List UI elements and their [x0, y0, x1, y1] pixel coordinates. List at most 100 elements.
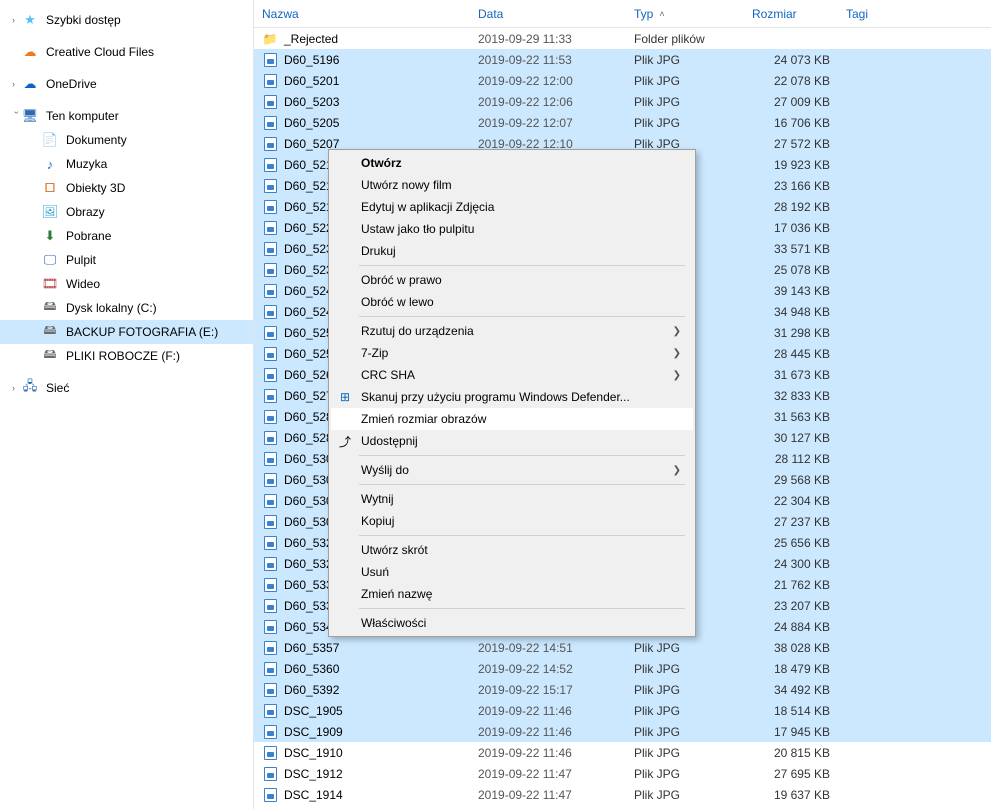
film-icon: 🎞	[42, 276, 58, 292]
file-size: 30 127 KB	[744, 431, 838, 445]
col-type[interactable]: Typ˄	[626, 0, 744, 27]
file-size: 24 073 KB	[744, 53, 838, 67]
ctx-crc-sha[interactable]: CRC SHA❯	[331, 364, 693, 386]
tree-label: Dysk lokalny (C:)	[66, 301, 157, 315]
file-type: Plik JPG	[626, 641, 744, 655]
column-headers: Nazwa Data Typ˄ Rozmiar Tagi	[254, 0, 991, 28]
file-row[interactable]: D60_52032019-09-22 12:06Plik JPG27 009 K…	[254, 91, 991, 112]
ctx-set-wallpaper[interactable]: Ustaw jako tło pulpitu	[331, 218, 693, 240]
image-file-icon	[262, 115, 278, 131]
share-icon: ⤴	[337, 433, 353, 449]
file-type: Plik JPG	[626, 53, 744, 67]
tree-video[interactable]: 🎞 Wideo	[0, 272, 253, 296]
col-date[interactable]: Data	[470, 0, 626, 27]
tree-creative-cloud[interactable]: ☁ Creative Cloud Files	[0, 40, 253, 64]
ctx-defender[interactable]: ⊞Skanuj przy użyciu programu Windows Def…	[331, 386, 693, 408]
image-file-icon	[262, 241, 278, 257]
tree-network[interactable]: › 🖧 Sieć	[0, 376, 253, 400]
chevron-down-icon: ›	[12, 111, 22, 121]
ctx-edit-photos[interactable]: Edytuj w aplikacji Zdjęcia	[331, 196, 693, 218]
col-name[interactable]: Nazwa	[254, 0, 470, 27]
file-row[interactable]: DSC_19092019-09-22 11:46Plik JPG17 945 K…	[254, 721, 991, 742]
ctx-properties[interactable]: Właściwości	[331, 612, 693, 634]
ctx-7zip[interactable]: 7-Zip❯	[331, 342, 693, 364]
file-size: 27 237 KB	[744, 515, 838, 529]
col-tags[interactable]: Tagi	[838, 0, 991, 27]
file-row[interactable]: DSC_19122019-09-22 11:47Plik JPG27 695 K…	[254, 763, 991, 784]
ctx-open[interactable]: Otwórz	[331, 152, 693, 174]
file-type: Plik JPG	[626, 74, 744, 88]
tree-music[interactable]: ♪ Muzyka	[0, 152, 253, 176]
tree-onedrive[interactable]: › ☁ OneDrive	[0, 72, 253, 96]
file-row[interactable]: D60_52012019-09-22 12:00Plik JPG22 078 K…	[254, 70, 991, 91]
tree-label: OneDrive	[46, 77, 97, 91]
ctx-print[interactable]: Drukuj	[331, 240, 693, 262]
ctx-share[interactable]: ⤴Udostępnij	[331, 430, 693, 452]
hdd-icon: 🖴	[42, 348, 58, 364]
image-file-icon	[262, 703, 278, 719]
music-icon: ♪	[42, 156, 58, 172]
ctx-shortcut[interactable]: Utwórz skrót	[331, 539, 693, 561]
image-file-icon	[262, 640, 278, 656]
nav-tree: › ★ Szybki dostęp ☁ Creative Cloud Files…	[0, 0, 254, 809]
tree-desktop[interactable]: 🖵 Pulpit	[0, 248, 253, 272]
file-size: 31 563 KB	[744, 410, 838, 424]
file-date: 2019-09-22 11:47	[470, 767, 626, 781]
tree-label: Wideo	[66, 277, 100, 291]
tree-disk-f[interactable]: 🖴 PLIKI ROBOCZE (F:)	[0, 344, 253, 368]
file-type: Plik JPG	[626, 662, 744, 676]
file-size: 27 572 KB	[744, 137, 838, 151]
col-size[interactable]: Rozmiar	[744, 0, 838, 27]
file-row[interactable]: DSC_19052019-09-22 11:46Plik JPG18 514 K…	[254, 700, 991, 721]
ctx-cast-to[interactable]: Rzutuj do urządzenia❯	[331, 320, 693, 342]
tree-documents[interactable]: 📄 Dokumenty	[0, 128, 253, 152]
image-file-icon	[262, 94, 278, 110]
tree-downloads[interactable]: ⬇ Pobrane	[0, 224, 253, 248]
file-size: 24 884 KB	[744, 620, 838, 634]
image-file-icon	[262, 262, 278, 278]
tree-images[interactable]: 🖼 Obrazy	[0, 200, 253, 224]
tree-label: Dokumenty	[66, 133, 127, 147]
file-pane: Nazwa Data Typ˄ Rozmiar Tagi 📁_Rejected2…	[254, 0, 991, 809]
tree-quick-access[interactable]: › ★ Szybki dostęp	[0, 8, 253, 32]
tree-this-pc[interactable]: › 🖥 Ten komputer	[0, 104, 253, 128]
folder-icon: 📁	[262, 31, 278, 47]
file-row[interactable]: D60_51962019-09-22 11:53Plik JPG24 073 K…	[254, 49, 991, 70]
ctx-rename[interactable]: Zmień nazwę	[331, 583, 693, 605]
tree-label: PLIKI ROBOCZE (F:)	[66, 349, 180, 363]
tree-disk-c[interactable]: 🖴 Dysk lokalny (C:)	[0, 296, 253, 320]
chevron-right-icon: ›	[12, 15, 22, 25]
file-size: 29 568 KB	[744, 473, 838, 487]
image-file-icon	[262, 577, 278, 593]
ctx-send-to[interactable]: Wyślij do❯	[331, 459, 693, 481]
ctx-copy[interactable]: Kopiuj	[331, 510, 693, 532]
tree-3d-objects[interactable]: 🞑 Obiekty 3D	[0, 176, 253, 200]
file-row[interactable]: D60_52052019-09-22 12:07Plik JPG16 706 K…	[254, 112, 991, 133]
file-name: D60_5201	[284, 74, 339, 88]
tree-label: Pulpit	[66, 253, 96, 267]
file-row[interactable]: 📁_Rejected2019-09-29 11:33Folder plików	[254, 28, 991, 49]
ctx-resize-images[interactable]: Zmień rozmiar obrazów	[331, 408, 693, 430]
ctx-cut[interactable]: Wytnij	[331, 488, 693, 510]
file-row[interactable]: DSC_19142019-09-22 11:47Plik JPG19 637 K…	[254, 784, 991, 805]
tree-disk-e[interactable]: 🖴 BACKUP FOTOGRAFIA (E:)	[0, 320, 253, 344]
file-date: 2019-09-22 12:06	[470, 95, 626, 109]
ctx-delete[interactable]: Usuń	[331, 561, 693, 583]
ctx-rotate-right[interactable]: Obróć w prawo	[331, 269, 693, 291]
file-type: Plik JPG	[626, 95, 744, 109]
ctx-rotate-left[interactable]: Obróć w lewo	[331, 291, 693, 313]
file-name: D60_5196	[284, 53, 339, 67]
ctx-new-film[interactable]: Utwórz nowy film	[331, 174, 693, 196]
file-row[interactable]: D60_53602019-09-22 14:52Plik JPG18 479 K…	[254, 658, 991, 679]
file-row[interactable]: D60_53922019-09-22 15:17Plik JPG34 492 K…	[254, 679, 991, 700]
file-name: DSC_1910	[284, 746, 343, 760]
image-file-icon	[262, 472, 278, 488]
file-name: D60_5392	[284, 683, 339, 697]
file-row[interactable]: D60_53572019-09-22 14:51Plik JPG38 028 K…	[254, 637, 991, 658]
file-size: 34 948 KB	[744, 305, 838, 319]
image-file-icon	[262, 283, 278, 299]
file-row[interactable]: DSC_19102019-09-22 11:46Plik JPG20 815 K…	[254, 742, 991, 763]
file-name: DSC_1905	[284, 704, 343, 718]
image-file-icon	[262, 52, 278, 68]
image-file-icon	[262, 514, 278, 530]
